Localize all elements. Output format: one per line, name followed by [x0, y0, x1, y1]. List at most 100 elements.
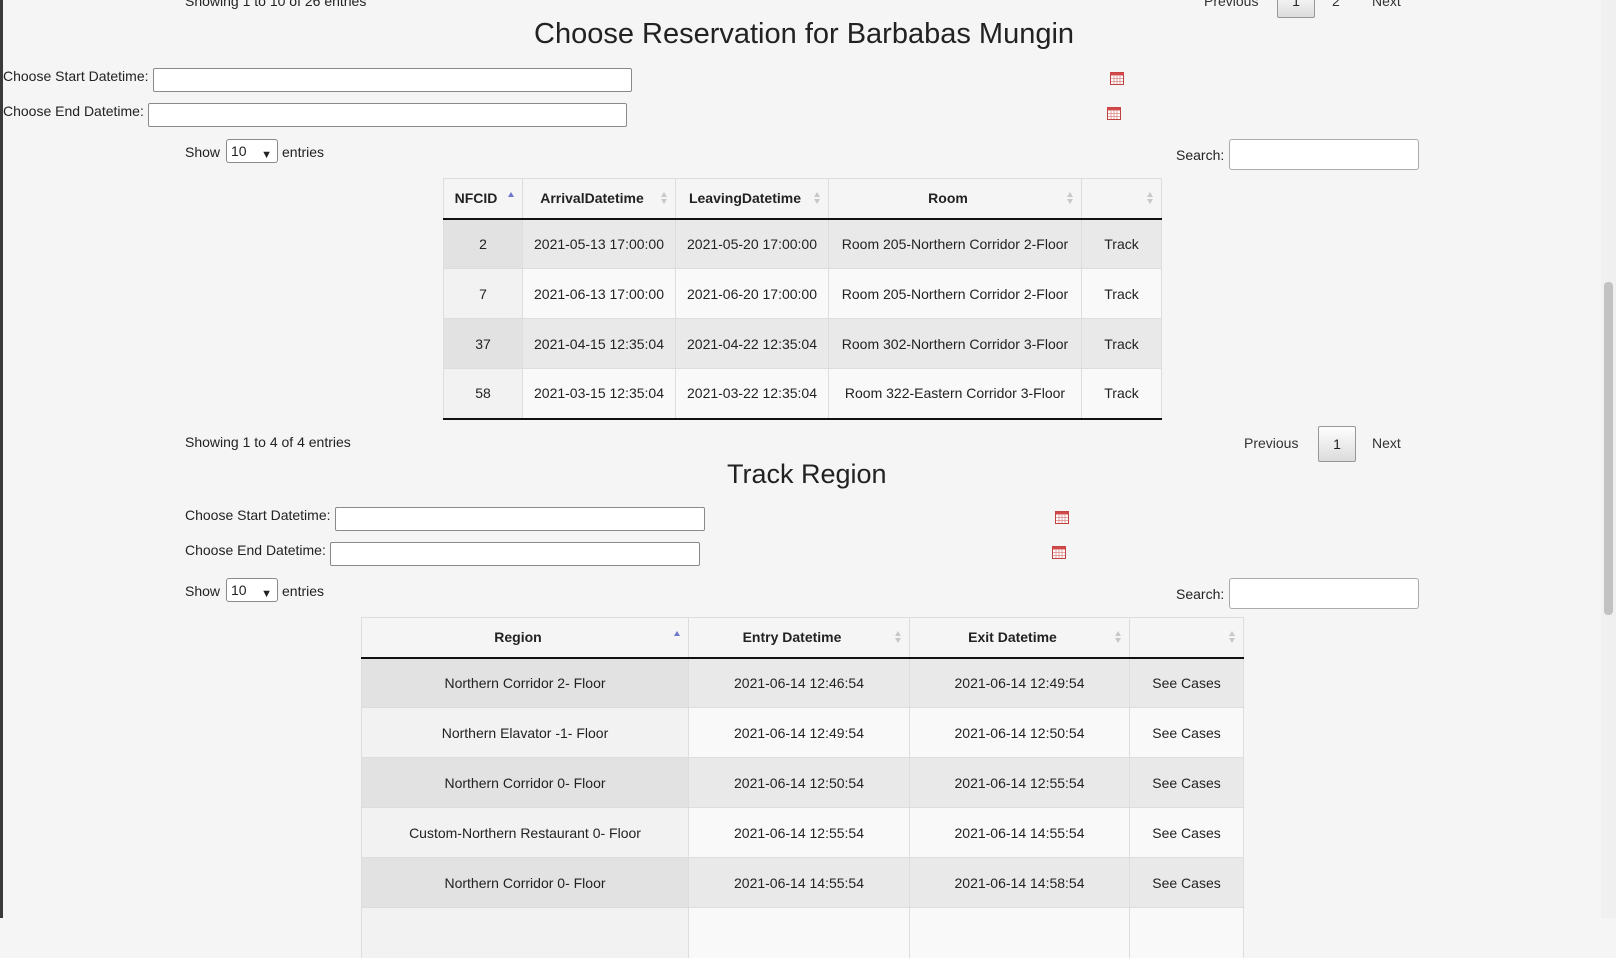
track-start-label: Choose Start Datetime: [185, 507, 331, 523]
cell-room: Room 205-Northern Corridor 2-Floor [828, 268, 1082, 319]
column-header-action[interactable] [1081, 178, 1162, 220]
sort-icon [1229, 631, 1236, 645]
cell-entry: 2021-06-14 14:55:54 [688, 857, 910, 908]
track-search-input[interactable] [1229, 578, 1419, 609]
track-end-datetime-input[interactable] [330, 542, 700, 566]
track-search-label: Search: [1176, 586, 1225, 602]
column-header-label: LeavingDatetime [688, 190, 802, 207]
calendar-icon[interactable] [1107, 107, 1121, 120]
table-row [361, 907, 1244, 958]
see-cases-button[interactable]: See Cases [1129, 807, 1244, 858]
reservation-start-datetime-input[interactable] [153, 68, 632, 92]
column-header-label: ArrivalDatetime [540, 190, 644, 207]
reservation-start-label: Choose Start Datetime: [3, 68, 149, 84]
reservation-length-select[interactable]: 10 ▼ [226, 139, 278, 163]
column-header-action[interactable] [1129, 617, 1244, 659]
column-header-exit[interactable]: Exit Datetime [909, 617, 1130, 659]
table-row: Northern Corridor 2- Floor 2021-06-14 12… [361, 657, 1244, 708]
top-page-2-button[interactable]: 2 [1332, 0, 1340, 9]
track-region-table: Region Entry Datetime Exit Datetime Nort… [361, 617, 1244, 958]
table-row: 2 2021-05-13 17:00:00 2021-05-20 17:00:0… [443, 218, 1162, 269]
column-header-label: Entry Datetime [742, 629, 842, 646]
track-start-datetime-input[interactable] [335, 507, 705, 531]
cell-room: Room 205-Northern Corridor 2-Floor [828, 218, 1082, 269]
track-button[interactable]: Track [1081, 368, 1162, 419]
column-header-region[interactable]: Region [361, 617, 689, 659]
reservation-page-1-label: 1 [1333, 436, 1341, 452]
cell-exit: 2021-06-14 14:58:54 [909, 857, 1130, 908]
column-header-arrival[interactable]: ArrivalDatetime [522, 178, 676, 220]
column-header-entry[interactable]: Entry Datetime [688, 617, 910, 659]
cell-exit [909, 907, 1130, 958]
cell-exit: 2021-06-14 12:50:54 [909, 707, 1130, 758]
track-length-value: 10 [231, 582, 247, 598]
track-end-label: Choose End Datetime: [185, 542, 326, 558]
column-header-room[interactable]: Room [828, 178, 1082, 220]
scrollbar-thumb[interactable] [1604, 282, 1613, 615]
track-entries-label: entries [282, 583, 325, 599]
sort-icon [1147, 192, 1154, 206]
sort-icon [1067, 192, 1074, 206]
top-table-info: Showing 1 to 10 of 26 entries [185, 0, 367, 9]
reservation-end-label: Choose End Datetime: [3, 103, 144, 119]
cell-exit: 2021-06-14 14:55:54 [909, 807, 1130, 858]
cell-leaving: 2021-04-22 12:35:04 [675, 318, 829, 369]
column-header-nfcid[interactable]: NFCID [443, 178, 523, 220]
track-button[interactable]: Track [1081, 268, 1162, 319]
reservation-end-datetime-input[interactable] [148, 103, 627, 127]
cell-region: Northern Elavator -1- Floor [361, 707, 689, 758]
cell-nfcid: 58 [443, 368, 523, 419]
cell-entry: 2021-06-14 12:49:54 [688, 707, 910, 758]
see-cases-button[interactable]: See Cases [1129, 657, 1244, 708]
cell-leaving: 2021-03-22 12:35:04 [675, 368, 829, 419]
see-cases-button[interactable] [1129, 907, 1244, 958]
cell-entry: 2021-06-14 12:46:54 [688, 657, 910, 708]
see-cases-button[interactable]: See Cases [1129, 857, 1244, 908]
column-header-leaving[interactable]: LeavingDatetime [675, 178, 829, 220]
cell-arrival: 2021-04-15 12:35:04 [522, 318, 676, 369]
reservation-search-input[interactable] [1229, 139, 1419, 170]
cell-nfcid: 2 [443, 218, 523, 269]
table-row: Northern Corridor 0- Floor 2021-06-14 12… [361, 757, 1244, 808]
reservation-table: NFCID ArrivalDatetime LeavingDatetime Ro… [443, 178, 1162, 420]
column-header-label: Region [494, 629, 542, 646]
sort-ascending-icon [674, 631, 681, 645]
reservation-title: Choose Reservation for Barbabas Mungin [534, 18, 1075, 50]
column-header-label: Exit Datetime [968, 629, 1057, 646]
table-header-row: NFCID ArrivalDatetime LeavingDatetime Ro… [443, 178, 1162, 220]
vertical-scrollbar[interactable] [1601, 0, 1616, 918]
cell-arrival: 2021-03-15 12:35:04 [522, 368, 676, 419]
top-previous-button[interactable]: Previous [1204, 0, 1258, 9]
reservation-table-info: Showing 1 to 4 of 4 entries [185, 434, 351, 450]
sort-icon [1115, 631, 1122, 645]
reservation-show-label: Show [185, 144, 221, 160]
reservation-next-button[interactable]: Next [1372, 435, 1401, 451]
calendar-icon[interactable] [1052, 546, 1066, 559]
top-page-1-button[interactable]: 1 [1277, 0, 1315, 18]
reservation-page-1-button[interactable]: 1 [1318, 426, 1356, 462]
table-row: 37 2021-04-15 12:35:04 2021-04-22 12:35:… [443, 318, 1162, 369]
table-row: Northern Corridor 0- Floor 2021-06-14 14… [361, 857, 1244, 908]
sort-icon [895, 631, 902, 645]
see-cases-button[interactable]: See Cases [1129, 707, 1244, 758]
cell-entry: 2021-06-14 12:55:54 [688, 807, 910, 858]
cell-room: Room 302-Northern Corridor 3-Floor [828, 318, 1082, 369]
track-show-label: Show [185, 583, 221, 599]
top-next-button[interactable]: Next [1372, 0, 1401, 9]
cell-arrival: 2021-06-13 17:00:00 [522, 268, 676, 319]
calendar-icon[interactable] [1055, 511, 1069, 524]
reservation-search-label: Search: [1176, 147, 1225, 163]
track-button[interactable]: Track [1081, 318, 1162, 369]
calendar-icon[interactable] [1110, 72, 1124, 85]
reservation-previous-button[interactable]: Previous [1244, 435, 1298, 451]
see-cases-button[interactable]: See Cases [1129, 757, 1244, 808]
sort-icon [661, 192, 668, 206]
cell-arrival: 2021-05-13 17:00:00 [522, 218, 676, 269]
track-length-select[interactable]: 10 ▼ [226, 578, 278, 602]
cell-leaving: 2021-05-20 17:00:00 [675, 218, 829, 269]
cell-nfcid: 7 [443, 268, 523, 319]
cell-region: Northern Corridor 2- Floor [361, 657, 689, 708]
track-button[interactable]: Track [1081, 218, 1162, 269]
table-header-row: Region Entry Datetime Exit Datetime [361, 617, 1244, 659]
cell-region: Northern Corridor 0- Floor [361, 757, 689, 808]
